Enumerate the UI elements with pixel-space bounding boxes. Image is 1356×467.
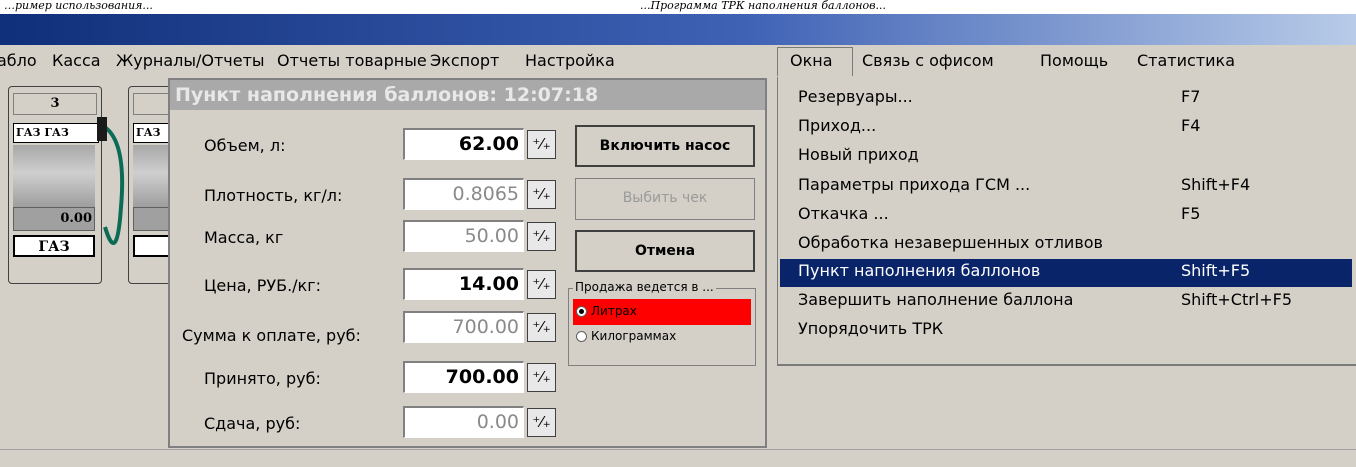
density-spin-icon[interactable]: ⁺⁄₊ [527,180,556,209]
menu-statistics[interactable]: Статистика [1137,51,1235,70]
pump-number: 3 [13,93,97,115]
menu-item-label: Завершить наполнение баллона [798,290,1074,309]
window-titlebar [0,14,1356,45]
menu-windows[interactable]: Окна [790,51,833,70]
pump-name: ГАЗ ГАЗ [13,123,99,143]
menu-export[interactable]: Экспорт [430,51,499,70]
menu-item-label: Резервуары... [798,87,913,106]
menu-item-shortcut: Shift+Ctrl+F5 [1181,290,1293,309]
menu-bar: абло Касса Журналы/Отчеты Отчеты товарны… [0,45,1356,77]
menu-item-tanks[interactable]: Резервуары... F7 [780,85,1352,111]
menu-item-label: Параметры прихода ГСМ ... [798,175,1031,194]
change-field[interactable]: 0.00 [403,406,524,438]
menu-help[interactable]: Помощь [1040,51,1108,70]
price-spin-icon[interactable]: ⁺⁄₊ [527,270,556,299]
menu-item-shortcut: Shift+F4 [1181,175,1251,194]
menu-item-pumping-out[interactable]: Откачка ... F5 [780,202,1352,228]
menu-item-label: Упорядочить ТРК [798,319,944,338]
amount-due-label: Сумма к оплате, руб: [182,326,361,345]
pump-fuel: ГАЗ [13,235,95,257]
price-label: Цена, РУБ./кг: [204,276,322,295]
menu-item-label: Откачка ... [798,204,889,223]
amount-due-spin-icon[interactable]: ⁺⁄₊ [527,313,556,342]
pump-on-button[interactable]: Включить насос [575,125,755,167]
amount-due-field[interactable]: 700.00 [403,311,524,343]
menu-goods-reports[interactable]: Отчеты товарные [277,51,427,70]
menu-item-arrange-pumps[interactable]: Упорядочить ТРК [780,317,1352,343]
menu-settings[interactable]: Настройка [525,51,615,70]
caption-strip: …ример использования... ...Программа ТРК… [0,0,1356,14]
pump-value: 0.00 [13,207,95,231]
cancel-button[interactable]: Отмена [575,230,755,272]
menu-item-unfinished-fills[interactable]: Обработка незавершенных отливов [780,231,1352,257]
menu-journals[interactable]: Журналы/Отчеты [116,51,265,70]
option-kilograms-label: Килограммах [591,329,677,343]
volume-field[interactable]: 62.00 [403,128,524,160]
price-field[interactable]: 14.00 [403,268,524,300]
radio-liters[interactable] [576,306,587,317]
volume-label: Объем, л: [204,136,286,155]
pump-display [13,145,95,207]
print-receipt-button[interactable]: Выбить чек [575,178,755,220]
change-spin-icon[interactable]: ⁺⁄₊ [527,408,556,437]
density-label: Плотность, кг/л: [204,186,343,205]
menu-item-label: Обработка незавершенных отливов [798,233,1103,252]
mass-spin-icon[interactable]: ⁺⁄₊ [527,222,556,251]
menu-item-fuel-receipt-params[interactable]: Параметры прихода ГСМ ... Shift+F4 [780,173,1352,199]
received-field[interactable]: 700.00 [403,361,524,393]
option-liters-label: Литрах [591,304,637,318]
windows-menu-dropdown: Резервуары... F7 Приход... F4 Новый приход… [777,77,1356,366]
mass-field[interactable]: 50.00 [403,220,524,252]
received-spin-icon[interactable]: ⁺⁄₊ [527,363,556,392]
dialog-title: Пункт наполнения баллонов: 12:07:18 [170,80,765,110]
menu-item-finish-cylinder[interactable]: Завершить наполнение баллона Shift+Ctrl+F… [780,288,1352,314]
density-field[interactable]: 0.8065 [403,178,524,210]
menu-item-shortcut: F5 [1181,204,1201,223]
option-liters-row[interactable]: Литрах [573,299,751,325]
menu-item-label: Пункт наполнения баллонов [798,261,1041,280]
menu-kassa[interactable]: Касса [52,51,101,70]
sale-unit-group-title: Продажа ведется в ... [573,280,716,294]
caption-left: …ример использования... [4,0,153,12]
menu-item-label: Новый приход [798,145,919,164]
change-label: Сдача, руб: [204,414,301,433]
status-divider [0,449,1356,450]
menu-item-cylinder-fill[interactable]: Пункт наполнения баллонов Shift+F5 [780,259,1352,287]
pump-panel[interactable]: 3 ГАЗ ГАЗ 0.00 ГАЗ [8,86,125,284]
menu-item-new-receipt[interactable]: Новый приход [780,143,1352,169]
menu-office-link[interactable]: Связь с офисом [862,51,994,70]
menu-item-label: Приход... [798,116,877,135]
volume-spin-icon[interactable]: ⁺⁄₊ [527,130,556,159]
radio-kilograms[interactable] [576,331,587,342]
menu-item-shortcut: F4 [1181,116,1201,135]
menu-tablo[interactable]: абло [0,51,37,70]
menu-item-shortcut: F7 [1181,87,1201,106]
menu-item-receipt[interactable]: Приход... F4 [780,114,1352,140]
caption-right: ...Программа ТРК наполнения баллонов... [640,0,886,12]
sale-unit-group: Продажа ведется в ... Литрах Килограммах [568,280,756,366]
cylinder-fill-dialog: Пункт наполнения баллонов: 12:07:18 Объе… [168,78,767,448]
menu-item-shortcut: Shift+F5 [1181,261,1251,280]
mass-label: Масса, кг [204,228,284,247]
received-label: Принято, руб: [204,369,321,388]
